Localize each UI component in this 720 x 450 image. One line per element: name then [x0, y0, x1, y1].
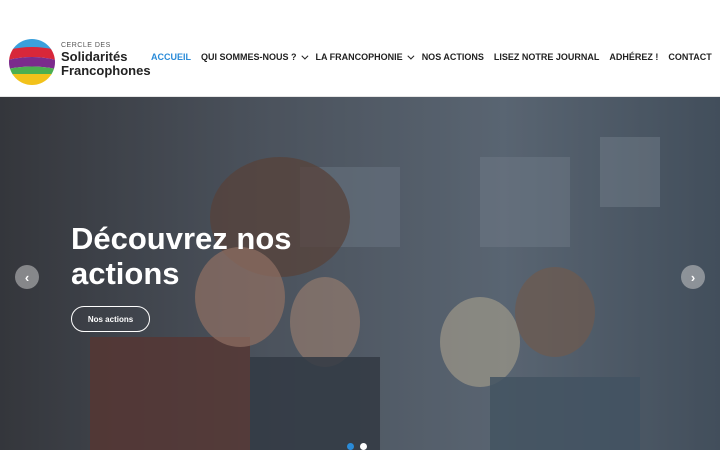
slider-dot-1[interactable] [347, 443, 354, 450]
nav-item-nos-actions[interactable]: NOS ACTIONS [422, 52, 484, 62]
nos-actions-button[interactable]: Nos actions [71, 306, 150, 332]
nav-item-qui-sommes-nous[interactable]: QUI SOMMES-NOUS ? [201, 52, 308, 62]
nav-item-la-francophonie[interactable]: LA FRANCOPHONIE [315, 52, 415, 62]
logo-title-line1: Solidarités [61, 49, 128, 64]
slider-dot-2[interactable] [360, 443, 367, 450]
nav-item-label: ACCUEIL [151, 52, 191, 62]
nav-item-accueil[interactable]: ACCUEIL [151, 52, 191, 62]
nav-item-label: ADHÉREZ ! [609, 52, 659, 62]
hero-title: Découvrez nos actions [71, 221, 391, 291]
site-logo[interactable]: CERCLE DES Solidarités Francophones [8, 38, 153, 88]
nav-item-label: QUI SOMMES-NOUS ? [201, 52, 297, 62]
logo-subtitle: CERCLE DES [61, 42, 111, 49]
site-header: CERCLE DES Solidarités Francophones ACCU… [0, 0, 720, 97]
chevron-right-icon: › [690, 269, 696, 285]
logo-title: Solidarités Francophones [61, 50, 151, 78]
hero-slider: Découvrez nos actions Nos actions ‹ › [0, 97, 720, 450]
nav-item-label: LISEZ NOTRE JOURNAL [493, 52, 600, 62]
slider-prev-button[interactable]: ‹ [15, 265, 39, 289]
slider-next-button[interactable]: › [681, 265, 705, 289]
logo-mark-icon [9, 39, 55, 85]
hero-title-line1: Découvrez nos [71, 221, 292, 256]
nav-item-label: CONTACT [668, 52, 712, 62]
nav-item-journal[interactable]: LISEZ NOTRE JOURNAL [494, 52, 600, 62]
nav-item-label: NOS ACTIONS [421, 52, 484, 62]
chevron-left-icon: ‹ [24, 269, 30, 285]
nav-item-label: LA FRANCOPHONIE [315, 52, 403, 62]
chevron-down-icon [300, 52, 308, 60]
nav-item-contact[interactable]: CONTACT [668, 52, 711, 62]
main-nav: ACCUEIL QUI SOMMES-NOUS ? LA FRANCOPHONI… [151, 52, 720, 62]
chevron-down-icon [407, 52, 415, 60]
logo-title-line2: Francophones [61, 63, 151, 78]
hero-title-line2: actions [71, 256, 180, 291]
nav-item-adherez[interactable]: ADHÉREZ ! [609, 52, 658, 62]
slider-pagination [347, 443, 367, 450]
